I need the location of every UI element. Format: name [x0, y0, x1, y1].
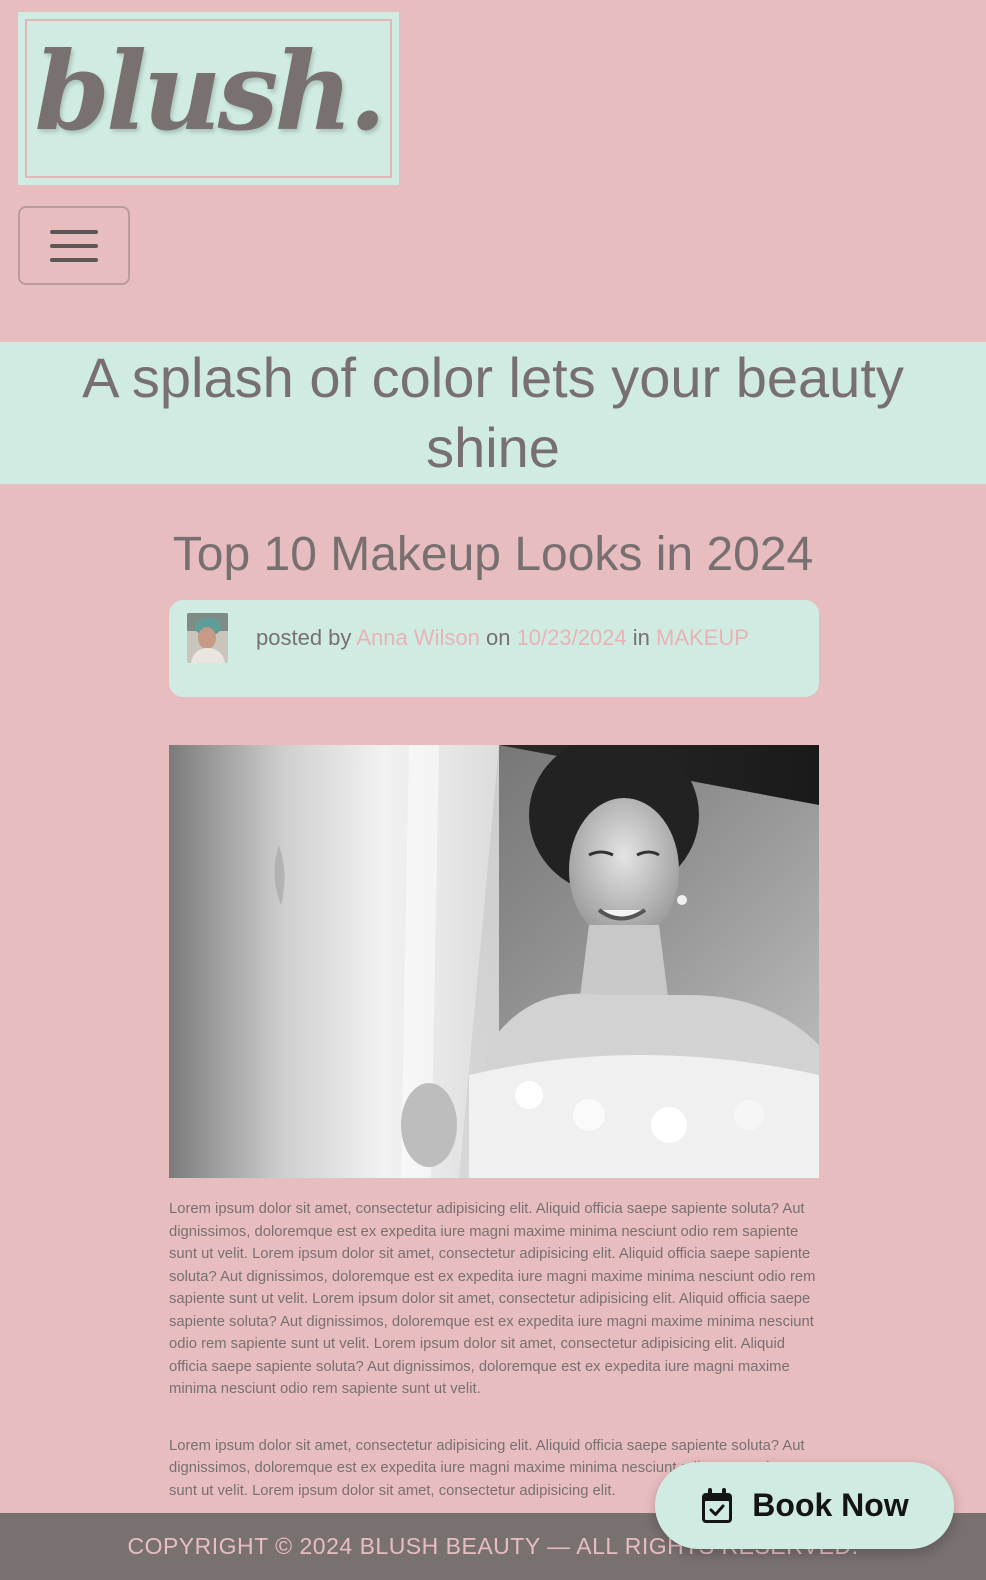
book-now-button[interactable]: Book Now: [655, 1462, 954, 1549]
posted-by-label: posted by: [256, 625, 352, 650]
logo[interactable]: blush.: [18, 12, 399, 185]
tagline: A splash of color lets your beauty shine: [82, 346, 904, 479]
category-link[interactable]: MAKEUP: [656, 625, 749, 650]
on-label: on: [485, 625, 511, 650]
author-avatar-image: [187, 613, 228, 663]
hamburger-icon-bar: [50, 229, 98, 234]
post-hero-image: [169, 745, 819, 1178]
post-date-link[interactable]: 10/23/2024: [517, 625, 627, 650]
post-meta-line: posted by Anna Wilson on 10/23/2024 in M…: [256, 624, 749, 652]
logo-text: blush.: [34, 28, 387, 155]
hamburger-icon-bar: [50, 257, 98, 262]
menu-toggle-button[interactable]: [18, 206, 130, 285]
calendar-check-icon: [702, 1487, 733, 1523]
logo-frame: blush.: [25, 19, 392, 178]
book-now-label: Book Now: [752, 1487, 909, 1523]
in-label: in: [632, 625, 650, 650]
post-paragraph: Lorem ipsum dolor sit amet, consectetur …: [169, 1201, 816, 1397]
post-meta: posted by Anna Wilson on 10/23/2024 in M…: [169, 600, 819, 697]
hamburger-icon-bar: [50, 243, 98, 248]
tagline-banner: A splash of color lets your beauty shine: [0, 342, 986, 484]
author-link[interactable]: Anna Wilson: [356, 625, 480, 650]
post-title: Top 10 Makeup Looks in 2024: [172, 528, 814, 581]
author-avatar: [187, 613, 228, 663]
bride-photo: [169, 745, 819, 1178]
